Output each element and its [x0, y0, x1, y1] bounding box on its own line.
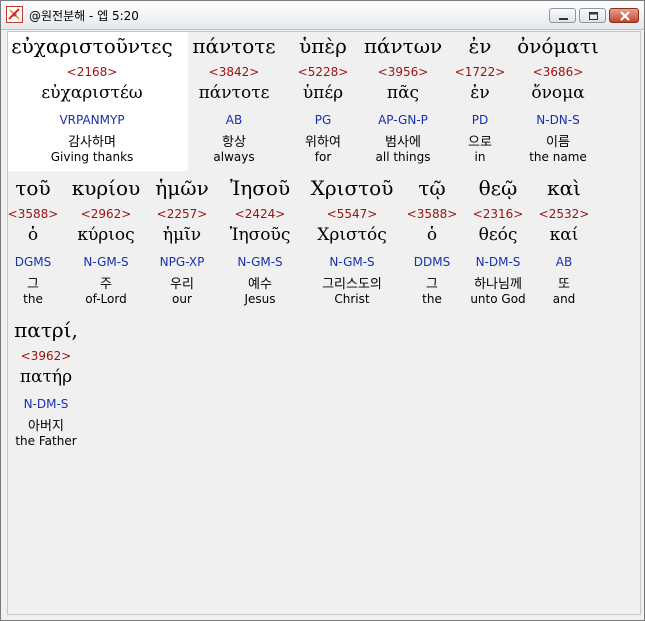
word-english: of-Lord — [85, 292, 127, 306]
app-icon — [6, 6, 23, 23]
word-lemma: Χριστός — [317, 225, 387, 245]
word-strong[interactable]: <5547> — [327, 207, 378, 221]
word-strong[interactable]: <2962> — [81, 207, 132, 221]
word-lemma: εὐχαριστέω — [41, 83, 143, 103]
word-lemma: πᾶς — [386, 83, 420, 103]
word-english: always — [213, 150, 255, 164]
word-parse: N-DM-S — [23, 397, 69, 411]
word-greek[interactable]: ὀνόματι — [517, 34, 599, 58]
word-strong[interactable]: <3588> — [8, 207, 59, 221]
word-greek[interactable]: θεῷ — [479, 176, 518, 200]
word-english: unto God — [470, 292, 526, 306]
word-parse: AP-GN-P — [378, 113, 428, 127]
word-korean: 이름 — [546, 135, 570, 150]
word-parse: N-GM-S — [237, 255, 283, 269]
title-bar[interactable]: @원전분해 - 엡 5:20 — [1, 1, 644, 30]
close-button[interactable] — [609, 8, 639, 23]
app-window: @원전분해 - 엡 5:20 εὐχαριστοῦντες <2168> εὐχαρ… — [0, 0, 645, 621]
word-lemma: ἡμῖν — [162, 225, 202, 245]
word-greek[interactable]: τῷ — [418, 176, 445, 200]
word-english: the Father — [15, 434, 77, 448]
word-korean: 그 — [426, 277, 438, 292]
maximize-button[interactable] — [579, 8, 606, 23]
word-lemma: ὄνομα — [531, 83, 585, 103]
word-strong[interactable]: <1722> — [455, 65, 506, 79]
word-korean: 또 — [558, 277, 570, 292]
minimize-button[interactable] — [549, 8, 576, 23]
word-lemma: καί — [549, 225, 579, 245]
word-greek[interactable]: πατρί, — [14, 318, 78, 342]
word-parse: PD — [471, 113, 489, 127]
word-greek[interactable]: εὐχαριστοῦντες — [11, 34, 172, 58]
word-lemma: ἐν — [470, 83, 490, 103]
word-korean: 우리 — [170, 277, 194, 292]
word-parse: N-GM-S — [83, 255, 129, 269]
word-strong[interactable]: <2424> — [235, 207, 286, 221]
word-strong[interactable]: <3686> — [533, 65, 584, 79]
word-parse: PG — [314, 113, 332, 127]
word-strong[interactable]: <5228> — [298, 65, 349, 79]
word-greek[interactable]: ἡμῶν — [155, 176, 208, 200]
word-strong[interactable]: <3842> — [209, 65, 260, 79]
word-greek[interactable]: καὶ — [547, 176, 581, 200]
word-parse: N-GM-S — [329, 255, 375, 269]
word-strong[interactable]: <3956> — [378, 65, 429, 79]
word-korean: 주 — [100, 277, 112, 292]
word-lemma: κύριος — [77, 225, 135, 245]
word-english: the — [23, 292, 43, 306]
word-english: and — [552, 292, 576, 306]
word-greek[interactable]: κυρίου — [72, 176, 140, 200]
word-korean: 하나님께 — [474, 277, 522, 292]
word-english: for — [314, 150, 332, 164]
word-parse: VRPANMYP — [59, 113, 125, 127]
word-korean: 항상 — [222, 135, 246, 150]
word-strong[interactable]: <3588> — [407, 207, 458, 221]
word-lemma: θεός — [478, 225, 518, 245]
word-english: the — [422, 292, 442, 306]
word-korean: 으로 — [468, 135, 492, 150]
word-greek[interactable]: ὑπὲρ — [299, 34, 347, 58]
word-parse: NPG-XP — [159, 255, 205, 269]
word-greek[interactable]: Χριστοῦ — [311, 176, 394, 200]
word-korean: 위하여 — [305, 135, 341, 150]
word-strong[interactable]: <2257> — [157, 207, 208, 221]
word-greek[interactable]: πάντων — [364, 34, 442, 58]
word-greek[interactable]: Ἰησοῦ — [230, 176, 290, 200]
word-parse: N-DN-S — [536, 113, 580, 127]
word-english: in — [474, 150, 486, 164]
word-parse: AB — [555, 255, 573, 269]
word-parse: DDMS — [413, 255, 451, 269]
word-korean: 범사에 — [385, 135, 421, 150]
word-strong[interactable]: <2532> — [539, 207, 590, 221]
word-korean: 그리스도의 — [322, 277, 382, 292]
word-greek[interactable]: ἐν — [469, 34, 492, 58]
word-english: Jesus — [244, 292, 276, 306]
word-korean: 그 — [27, 277, 39, 292]
word-strong[interactable]: <2168> — [67, 65, 118, 79]
word-strong[interactable]: <3962> — [21, 349, 72, 363]
word-korean: 예수 — [248, 277, 272, 292]
word-english: the name — [529, 150, 587, 164]
word-lemma: ὁ — [27, 225, 39, 245]
word-lemma: ὑπέρ — [302, 83, 344, 103]
word-parse: DGMS — [14, 255, 52, 269]
word-lemma: πάντοτε — [198, 83, 270, 103]
window-title: @원전분해 - 엡 5:20 — [29, 9, 139, 23]
word-english: all things — [375, 150, 431, 164]
word-parse: AB — [225, 113, 243, 127]
word-parse: N-DM-S — [475, 255, 521, 269]
word-lemma: πατήρ — [19, 367, 73, 387]
interlinear-view: εὐχαριστοῦντες <2168> εὐχαριστέω VRPANMYP 감사… — [7, 31, 641, 615]
word-lemma: Ἰησοῦς — [229, 225, 291, 245]
word-english: Giving thanks — [50, 150, 134, 164]
word-english: our — [172, 292, 192, 306]
word-korean: 아버지 — [28, 419, 64, 434]
word-korean: 감사하며 — [68, 135, 116, 150]
word-greek[interactable]: πάντοτε — [192, 34, 275, 58]
word-lemma: ὁ — [426, 225, 438, 245]
word-english: Christ — [334, 292, 370, 306]
word-strong[interactable]: <2316> — [473, 207, 524, 221]
word-greek[interactable]: τοῦ — [15, 176, 50, 200]
